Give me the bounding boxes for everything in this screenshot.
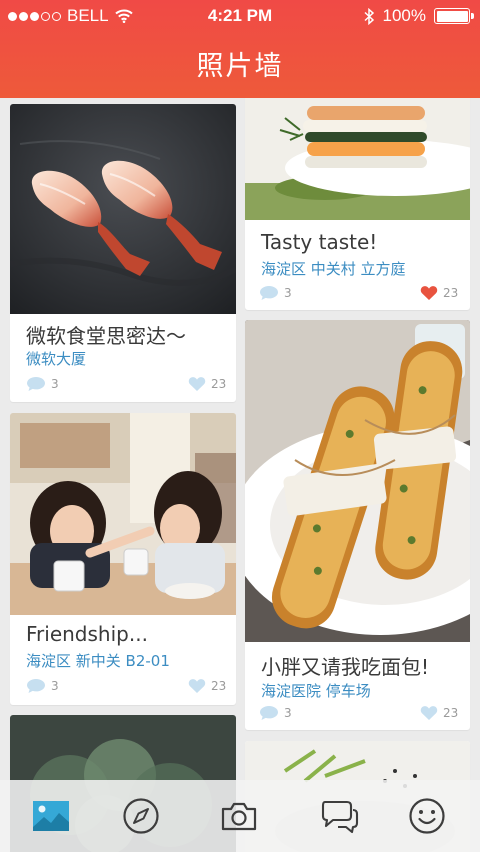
- comment-count[interactable]: 3: [26, 376, 59, 392]
- chat-bubbles-icon[interactable]: [320, 798, 360, 834]
- photo-icon[interactable]: [32, 800, 70, 832]
- photo-card[interactable]: 小胖又请我吃面包! 海淀医院 停车场 3 23: [245, 320, 470, 730]
- comment-count[interactable]: 3: [259, 705, 292, 721]
- heart-icon: [420, 706, 438, 720]
- page-title: 照片墙: [196, 51, 284, 82]
- photo-card[interactable]: Friendship... 海淀区 新中关 B2-01 3 23: [10, 413, 236, 705]
- card-title: 小胖又请我吃面包!: [261, 655, 430, 679]
- photo-feed[interactable]: 微软食堂思密达～ 微软大厦 3 23 Friendship... 海淀区 新中关…: [0, 98, 480, 852]
- like-count[interactable]: 23: [420, 285, 458, 301]
- comment-icon: [260, 706, 278, 720]
- photo-card[interactable]: 微软食堂思密达～ 微软大厦 3 23: [10, 104, 236, 402]
- heart-icon: [188, 679, 206, 693]
- like-count[interactable]: 23: [188, 376, 226, 392]
- like-count[interactable]: 23: [420, 705, 458, 721]
- comment-count[interactable]: 3: [26, 678, 59, 694]
- card-title: Friendship...: [26, 622, 148, 646]
- card-location[interactable]: 海淀区 中关村 立方庭: [261, 258, 406, 279]
- card-photo[interactable]: [245, 98, 470, 220]
- like-count[interactable]: 23: [188, 678, 226, 694]
- card-location[interactable]: 海淀医院 停车场: [261, 680, 371, 701]
- card-photo[interactable]: [10, 104, 236, 314]
- card-photo[interactable]: [245, 320, 470, 642]
- comment-count[interactable]: 3: [259, 285, 292, 301]
- card-location[interactable]: 海淀区 新中关 B2-01: [26, 650, 170, 671]
- tab-profile[interactable]: [407, 796, 447, 836]
- comment-icon: [27, 377, 45, 391]
- app-header: BELL 4:21 PM 100% 照片墙: [0, 0, 480, 98]
- tab-camera[interactable]: [219, 796, 259, 836]
- compass-icon[interactable]: [122, 797, 160, 835]
- card-title: 微软食堂思密达～: [26, 324, 186, 348]
- photo-card[interactable]: Tasty taste! 海淀区 中关村 立方庭 3 23: [245, 98, 470, 310]
- bluetooth-icon: [364, 7, 374, 25]
- status-bar: BELL 4:21 PM 100%: [0, 0, 480, 32]
- card-photo[interactable]: [10, 413, 236, 615]
- comment-icon: [260, 286, 278, 300]
- tab-photos[interactable]: [31, 796, 71, 836]
- tab-messages[interactable]: [320, 796, 360, 836]
- battery-percent: 100%: [382, 6, 426, 25]
- heart-icon[interactable]: [420, 285, 438, 301]
- comment-icon: [27, 679, 45, 693]
- tab-bar: [0, 780, 480, 852]
- card-location[interactable]: 微软大厦: [26, 348, 86, 369]
- battery-icon: [434, 8, 474, 24]
- heart-icon: [188, 377, 206, 391]
- camera-icon[interactable]: [220, 800, 258, 832]
- tab-discover[interactable]: [121, 796, 161, 836]
- smiley-icon[interactable]: [408, 797, 446, 835]
- card-title: Tasty taste!: [261, 230, 378, 254]
